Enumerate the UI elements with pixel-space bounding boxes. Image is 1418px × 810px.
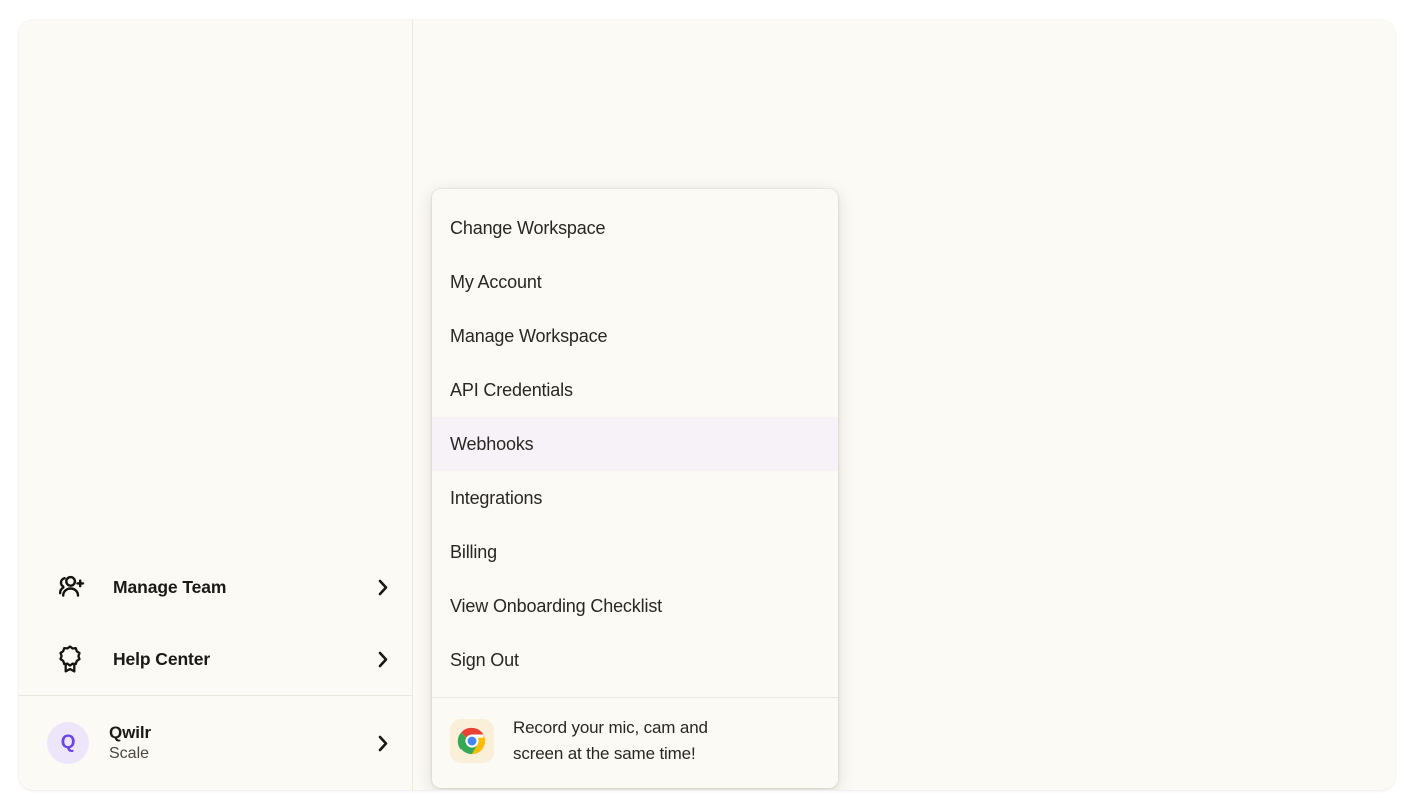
chevron-right-icon bbox=[376, 734, 390, 752]
account-plan-name: Scale bbox=[109, 745, 150, 763]
menu-item-sign-out[interactable]: Sign Out bbox=[432, 633, 838, 687]
menu-item-manage-workspace[interactable]: Manage Workspace bbox=[432, 309, 838, 363]
chrome-logo-icon bbox=[450, 719, 494, 764]
sidebar-content-divider bbox=[412, 20, 413, 790]
users-add-icon bbox=[54, 571, 86, 603]
promo-line-1: Record your mic, cam and bbox=[513, 718, 708, 737]
sidebar-item-manage-team[interactable]: Manage Team bbox=[19, 551, 412, 623]
sidebar-item-label: Manage Team bbox=[113, 576, 227, 597]
promo-line-2: screen at the same time! bbox=[513, 744, 696, 764]
sidebar-bottom-section: Manage Team Help Center Q Qwilr Scale bbox=[19, 551, 412, 790]
account-text-group: Qwilr Scale bbox=[109, 722, 376, 764]
account-workspace-name: Qwilr bbox=[109, 722, 152, 742]
sidebar-item-label: Help Center bbox=[113, 648, 211, 669]
sidebar-account-switcher[interactable]: Q Qwilr Scale bbox=[19, 696, 412, 790]
menu-item-change-workspace[interactable]: Change Workspace bbox=[432, 201, 838, 255]
sidebar-item-help-center[interactable]: Help Center bbox=[19, 623, 412, 695]
menu-item-api-credentials[interactable]: API Credentials bbox=[432, 363, 838, 417]
menu-item-view-onboarding-checklist[interactable]: View Onboarding Checklist bbox=[432, 579, 838, 633]
award-badge-icon bbox=[54, 643, 86, 675]
promo-text: Record your mic, cam and screen at the s… bbox=[513, 715, 708, 768]
chevron-right-icon bbox=[376, 578, 390, 596]
menu-item-webhooks[interactable]: Webhooks bbox=[432, 417, 838, 471]
menu-item-integrations[interactable]: Integrations bbox=[432, 471, 838, 525]
chrome-extension-promo[interactable]: Record your mic, cam and screen at the s… bbox=[432, 698, 838, 788]
menu-item-my-account[interactable]: My Account bbox=[432, 255, 838, 309]
sidebar: Manage Team Help Center Q Qwilr Scale bbox=[19, 20, 412, 790]
menu-item-billing[interactable]: Billing bbox=[432, 525, 838, 579]
account-dropdown-menu: Change Workspace My Account Manage Works… bbox=[432, 189, 838, 788]
chevron-right-icon bbox=[376, 650, 390, 668]
avatar: Q bbox=[47, 722, 89, 764]
app-window: Manage Team Help Center Q Qwilr Scale Ch… bbox=[19, 20, 1395, 790]
